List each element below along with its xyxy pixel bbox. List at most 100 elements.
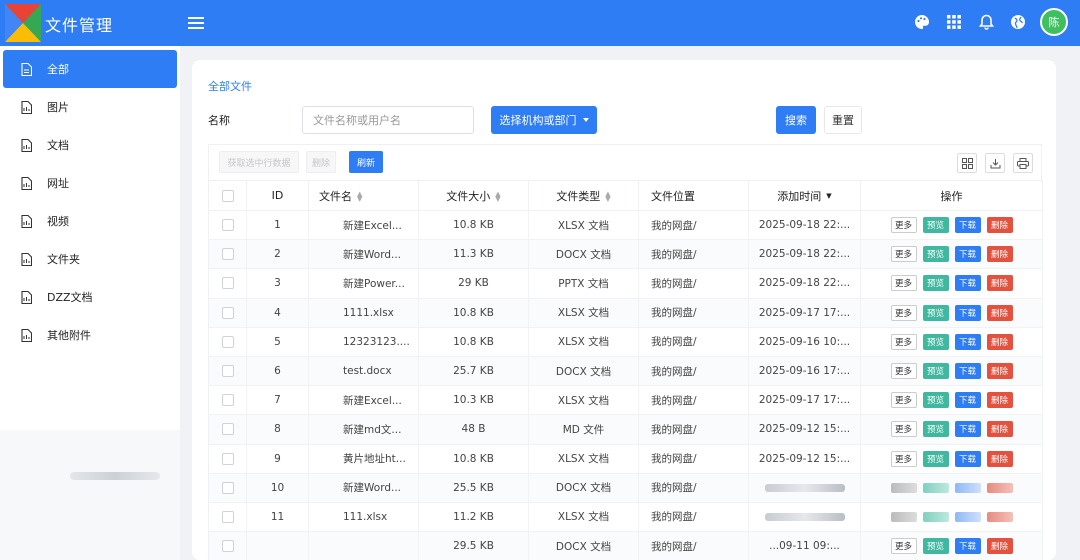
sidebar-item-all[interactable]: 全部 <box>3 50 177 88</box>
cell-filename[interactable]: 1111.xlsx <box>308 298 419 328</box>
sidebar-item-other-attachments[interactable]: 其他附件 <box>3 316 177 354</box>
blurred-preview-button[interactable] <box>922 482 949 493</box>
table-row[interactable]: 8 新建md文... 48 B MD 文件 我的网盘/2025-09-12 15:...… <box>208 414 1043 445</box>
row-checkbox[interactable] <box>221 510 234 523</box>
preview-button[interactable]: 预览 <box>922 304 949 321</box>
row-select-cell[interactable] <box>208 414 247 445</box>
row-select-cell[interactable] <box>208 239 247 270</box>
delete-button[interactable]: 删除 <box>986 538 1013 555</box>
table-row[interactable]: 6 test.docx 25.7 KB DOCX 文档 我的网盘/2025-09-16 … <box>208 356 1043 387</box>
row-checkbox[interactable] <box>221 219 234 232</box>
row-select-cell[interactable] <box>208 268 247 299</box>
more-button[interactable]: 更多 <box>890 275 917 292</box>
download-button[interactable]: 下载 <box>954 217 981 234</box>
sort-icon[interactable]: ▲ ▼ <box>605 190 610 202</box>
blurred-delete-button[interactable] <box>986 482 1013 493</box>
sort-icon[interactable]: ▲ ▼ <box>357 190 362 202</box>
row-select-cell[interactable] <box>208 444 247 474</box>
download-button[interactable]: 下载 <box>954 363 981 380</box>
table-row[interactable]: 29.5 KB DOCX 文档 我的网盘/...09-11 09:... 更多 预览… <box>208 531 1043 560</box>
download-button[interactable]: 下载 <box>954 538 981 555</box>
blurred-more-button[interactable] <box>890 511 917 522</box>
row-select-cell[interactable] <box>208 210 247 241</box>
row-checkbox[interactable] <box>221 248 234 261</box>
preview-button[interactable]: 预览 <box>922 392 949 409</box>
more-button[interactable]: 更多 <box>890 450 917 467</box>
preview-button[interactable]: 预览 <box>922 421 949 438</box>
table-row[interactable]: 3 新建Power... 29 KB PPTX 文档 我的网盘/2025-09-18 2… <box>208 268 1043 299</box>
table-row[interactable]: 1 新建Excel... 10.8 KB XLSX 文档 我的网盘/2025-09-18… <box>208 210 1043 241</box>
print-icon[interactable] <box>1013 153 1033 173</box>
grid-icon[interactable] <box>944 12 964 32</box>
cell-filename[interactable]: 111.xlsx <box>308 502 419 533</box>
menu-toggle-icon[interactable] <box>188 14 206 32</box>
more-button[interactable]: 更多 <box>890 217 917 234</box>
preview-button[interactable]: 预览 <box>922 275 949 292</box>
search-button[interactable]: 搜索 <box>776 106 816 134</box>
palette-icon[interactable] <box>912 12 932 32</box>
table-row[interactable]: 9 黄片地址ht... 10.8 KB XLSX 文档 我的网盘/2025-09-12 … <box>208 444 1043 474</box>
blurred-preview-button[interactable] <box>922 511 949 522</box>
sidebar-item-documents[interactable]: 文档 <box>3 126 177 164</box>
preview-button[interactable]: 预览 <box>922 363 949 380</box>
row-checkbox[interactable] <box>221 452 234 465</box>
refresh-button[interactable]: 刷新 <box>349 151 383 173</box>
blurred-more-button[interactable] <box>890 482 917 493</box>
download-button[interactable]: 下载 <box>954 246 981 263</box>
preview-button[interactable]: 预览 <box>922 217 949 234</box>
preview-button[interactable]: 预览 <box>922 246 949 263</box>
row-checkbox[interactable] <box>221 335 234 348</box>
cell-filename[interactable]: 新建Power... <box>308 268 419 299</box>
sidebar-item-folders[interactable]: 文件夹 <box>3 240 177 278</box>
delete-button[interactable]: 删除 <box>986 333 1013 350</box>
cell-filename[interactable]: 新建md文... <box>308 414 419 445</box>
row-select-cell[interactable] <box>208 473 247 503</box>
reset-button[interactable]: 重置 <box>824 106 862 134</box>
row-checkbox[interactable] <box>221 423 234 436</box>
row-checkbox[interactable] <box>221 540 234 553</box>
cell-filename[interactable]: 新建Word... <box>308 239 419 270</box>
more-button[interactable]: 更多 <box>890 246 917 263</box>
table-row[interactable]: 10 新建Word... 25.5 KB DOCX 文档 我的网盘/ <box>208 473 1043 503</box>
row-checkbox[interactable] <box>221 394 234 407</box>
delete-button[interactable]: 删除 <box>986 246 1013 263</box>
row-checkbox[interactable] <box>221 481 234 494</box>
select-all-header[interactable] <box>208 180 247 211</box>
delete-button[interactable]: 删除 <box>986 450 1013 467</box>
blurred-delete-button[interactable] <box>986 511 1013 522</box>
delete-button[interactable]: 删除 <box>986 392 1013 409</box>
column-header-type[interactable]: 文件类型 ▲ ▼ <box>528 180 639 211</box>
download-button[interactable]: 下载 <box>954 275 981 292</box>
download-button[interactable]: 下载 <box>954 333 981 350</box>
table-row[interactable]: 7 新建Excel... 10.3 KB XLSX 文档 我的网盘/2025-09-17… <box>208 385 1043 416</box>
table-row[interactable]: 5 12323123.... 10.8 KB XLSX 文档 我的网盘/2025-09-… <box>208 327 1043 357</box>
download-button[interactable]: 下载 <box>954 421 981 438</box>
more-button[interactable]: 更多 <box>890 333 917 350</box>
delete-button[interactable]: 删除 <box>986 217 1013 234</box>
column-header-size[interactable]: 文件大小 ▲ ▼ <box>418 180 529 211</box>
columns-icon[interactable] <box>957 153 977 173</box>
more-button[interactable]: 更多 <box>890 421 917 438</box>
more-button[interactable]: 更多 <box>890 363 917 380</box>
globe-icon[interactable] <box>1008 12 1028 32</box>
delete-button[interactable]: 删除 <box>986 421 1013 438</box>
search-input[interactable]: 文件名称或用户名 <box>302 106 474 134</box>
row-select-cell[interactable] <box>208 385 247 416</box>
row-select-cell[interactable] <box>208 356 247 387</box>
row-checkbox[interactable] <box>221 365 234 378</box>
delete-button[interactable]: 删除 <box>986 275 1013 292</box>
cell-filename[interactable]: 新建Word... <box>308 473 419 503</box>
delete-button[interactable]: 删除 <box>986 363 1013 380</box>
blurred-download-button[interactable] <box>954 482 981 493</box>
more-button[interactable]: 更多 <box>890 392 917 409</box>
download-button[interactable]: 下载 <box>954 450 981 467</box>
sort-icon[interactable]: ▲ ▼ <box>495 190 500 202</box>
column-header-time[interactable]: 添加时间 ▼ <box>748 180 861 211</box>
cell-filename[interactable]: 12323123.... <box>308 327 419 357</box>
table-row[interactable]: 2 新建Word... 11.3 KB DOCX 文档 我的网盘/2025-09-18 … <box>208 239 1043 270</box>
org-select-button[interactable]: 选择机构或部门 <box>491 106 597 134</box>
sidebar-item-urls[interactable]: 网址 <box>3 164 177 202</box>
cell-filename[interactable]: 新建Excel... <box>308 210 419 241</box>
breadcrumb[interactable]: 全部文件 <box>208 78 252 94</box>
sort-desc-icon[interactable]: ▼ <box>826 193 831 200</box>
